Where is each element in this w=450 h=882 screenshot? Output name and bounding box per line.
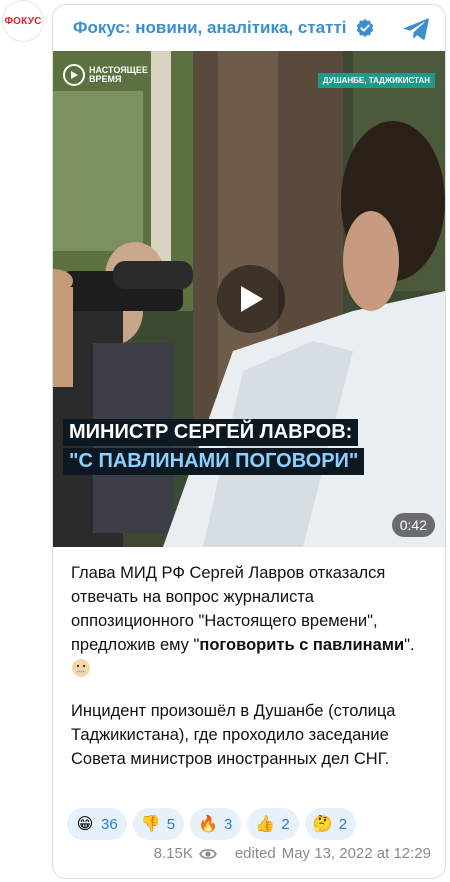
post-text: Глава МИД РФ Сергей Лавров отказался отв…: [71, 561, 433, 771]
reaction-count: 36: [101, 815, 118, 833]
fire-emoji-icon: 🔥: [198, 816, 218, 833]
play-icon: [241, 286, 263, 312]
thinking-emoji-icon: 🤔: [312, 816, 333, 833]
eye-icon: [198, 848, 217, 859]
post-card: Фокус: новини, аналітика, статті НАСТОЯЩ…: [52, 4, 446, 879]
reactions-bar: 😁 36 👎 5 🔥 3 👍 2 🤔 2: [67, 808, 362, 840]
reaction-count: 5: [166, 815, 176, 833]
video-duration: 0:42: [391, 513, 435, 537]
verified-badge-icon: [356, 18, 373, 38]
channel-name[interactable]: Фокус: новини, аналітика, статті: [73, 18, 347, 38]
reaction-grin[interactable]: 😁 36: [67, 808, 127, 840]
video-player[interactable]: настоящее время ДУШАНБЕ, ТАДЖИКИСТАН МИН…: [53, 51, 445, 547]
thumbs-down-emoji-icon: 👎: [140, 816, 161, 833]
logo-mark-icon: [63, 64, 85, 86]
video-caption-line2: "С ПАВЛИНАМИ ПОГОВОРИ": [63, 448, 365, 475]
thumbs-up-emoji-icon: 👍: [255, 816, 276, 833]
reaction-thumbs-down[interactable]: 👎 5: [132, 808, 185, 840]
reaction-thinking[interactable]: 🤔 2: [304, 808, 357, 840]
reaction-count: 3: [224, 815, 233, 833]
grin-emoji-icon: 😁: [76, 816, 94, 833]
reaction-count: 2: [338, 815, 348, 833]
zipper-mouth-emoji-icon: [72, 659, 90, 677]
video-logo: настоящее время: [63, 64, 148, 86]
post-paragraph-2: Инцидент произошёл в Душанбе (столица Та…: [71, 702, 396, 768]
reaction-count: 2: [281, 815, 290, 833]
reaction-thumbs-up[interactable]: 👍 2: [247, 808, 299, 840]
view-count: 8.15K: [153, 845, 193, 862]
avatar-label: ФОКУС: [4, 15, 42, 27]
telegram-icon[interactable]: [401, 14, 431, 44]
channel-avatar[interactable]: ФОКУС: [2, 0, 44, 42]
edited-label: edited: [234, 845, 276, 862]
logo-text-line2: время: [89, 74, 122, 84]
post-meta: 8.15K edited May 13, 2022 at 12:29: [154, 845, 431, 862]
play-button[interactable]: [217, 265, 285, 333]
video-caption-line1: МИНИСТР СЕРГЕЙ ЛАВРОВ:: [63, 419, 359, 446]
post-paragraph-1: Глава МИД РФ Сергей Лавров отказался отв…: [71, 561, 433, 681]
location-tag: ДУШАНБЕ, ТАДЖИКИСТАН: [317, 73, 435, 88]
logo-text: настоящее время: [89, 66, 148, 84]
post-text-part: ".: [404, 636, 415, 654]
post-header: Фокус: новини, аналітика, статті: [53, 5, 445, 51]
post-date: May 13, 2022 at 12:29: [281, 845, 431, 862]
reaction-fire[interactable]: 🔥 3: [190, 808, 242, 840]
post-bold-quote: поговорить с павлинами: [199, 636, 405, 654]
